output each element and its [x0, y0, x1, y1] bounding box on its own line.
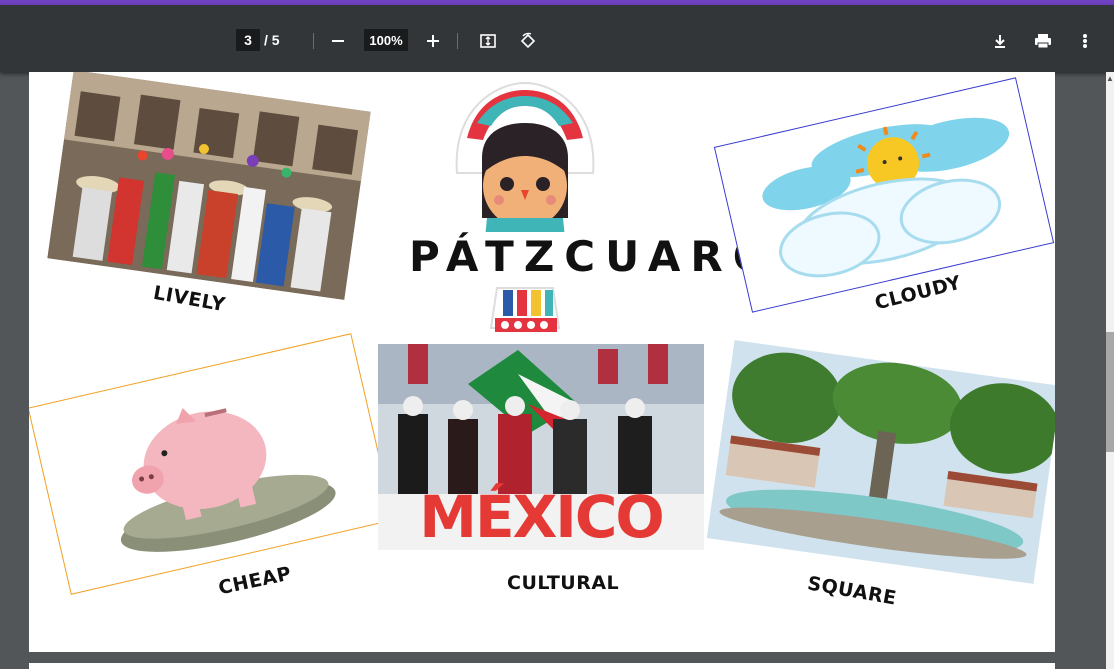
scroll-up-arrow-icon[interactable]: ▲ — [1106, 74, 1114, 84]
maria-doll-illustration — [437, 78, 613, 348]
mexico-sign: MÉXICO — [378, 483, 704, 550]
page-total: / 5 — [264, 32, 280, 48]
zoom-out-button[interactable] — [324, 27, 352, 55]
zoom-input[interactable]: 100% — [364, 29, 408, 51]
fit-page-button[interactable] — [474, 27, 502, 55]
pdf-toolbar: 3 / 5 100% — [0, 5, 1114, 72]
minus-icon — [332, 40, 344, 42]
lively-photo — [47, 72, 371, 300]
toolbar-divider — [313, 33, 314, 49]
zoom-in-button[interactable] — [419, 27, 447, 55]
plus-icon — [427, 35, 439, 47]
rotate-icon — [520, 32, 536, 49]
more-actions-button[interactable] — [1071, 27, 1099, 55]
page-title: PÁTZCUARO — [409, 232, 779, 281]
toolbar-divider — [457, 33, 458, 49]
caption-cheap: CHEAP — [216, 562, 294, 600]
next-page-edge — [29, 663, 1055, 669]
square-plaza-photo — [706, 340, 1055, 584]
pdf-page: LIVELY PÁTZCUARO CLOUDY CHEAP MÉXICO CUL… — [29, 72, 1055, 652]
print-button[interactable] — [1029, 27, 1057, 55]
fit-page-icon — [480, 34, 496, 48]
rotate-button[interactable] — [514, 27, 542, 55]
more-vert-icon — [1083, 34, 1087, 48]
cloudy-illustration — [713, 77, 1055, 313]
cheap-piggy-bank-photo — [29, 333, 395, 595]
download-icon — [995, 35, 1005, 48]
cultural-mexico-photo: MÉXICO — [378, 344, 704, 550]
caption-cultural: CULTURAL — [507, 572, 620, 594]
caption-lively: LIVELY — [151, 281, 228, 317]
mexico-sign-text: MÉXICO — [419, 483, 665, 550]
caption-square: SQUARE — [805, 572, 899, 610]
download-button[interactable] — [986, 27, 1014, 55]
scrollbar-thumb[interactable] — [1106, 332, 1114, 452]
print-icon — [1035, 34, 1051, 49]
page-number-input[interactable]: 3 — [236, 29, 260, 51]
